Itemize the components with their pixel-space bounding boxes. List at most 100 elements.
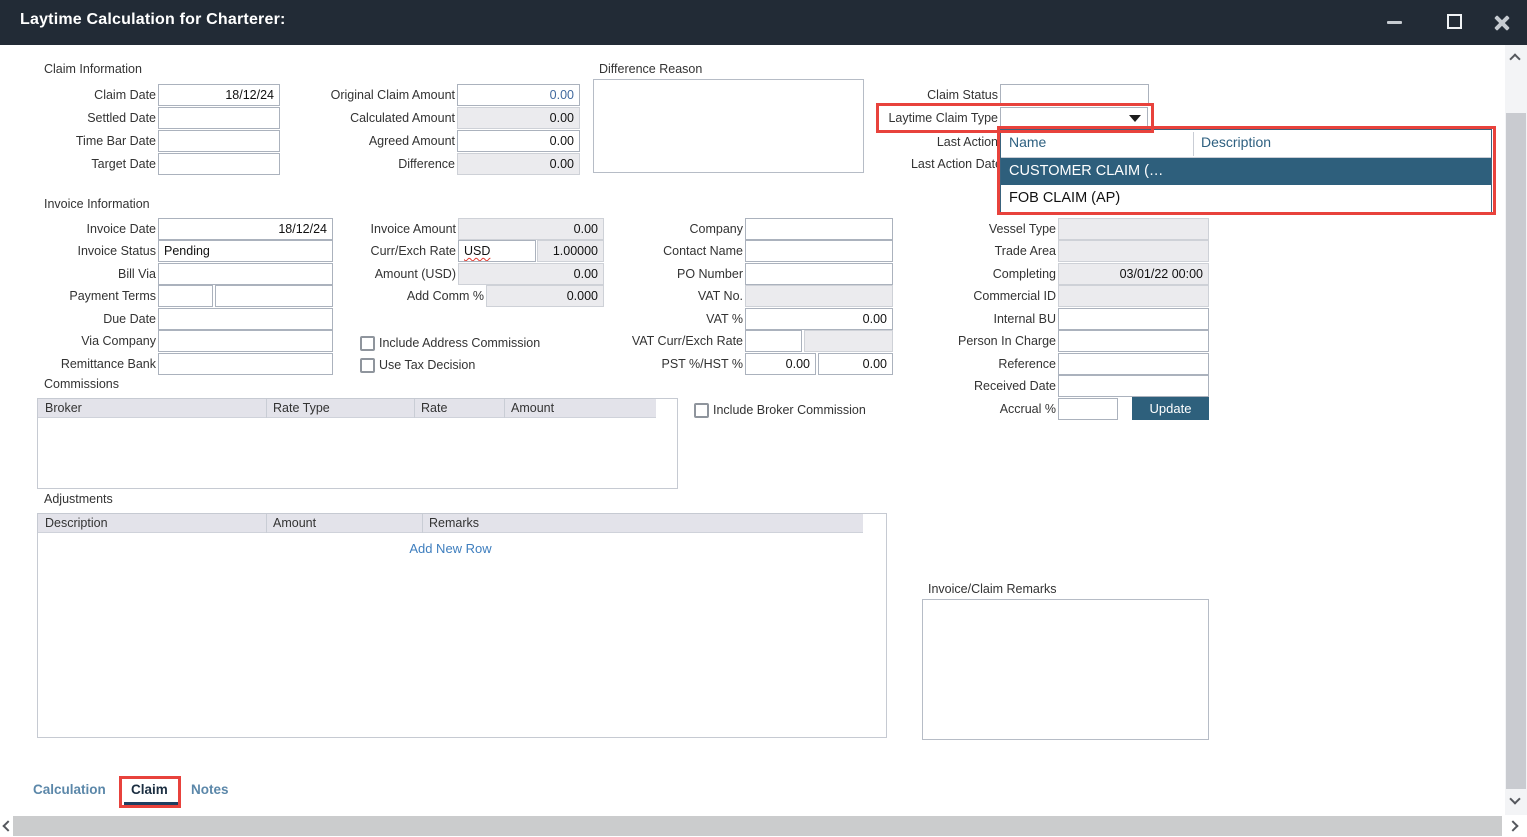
chevron-down-icon[interactable] <box>1129 115 1141 122</box>
amount-usd-label: Amount (USD) <box>320 263 456 285</box>
last-action-label: Last Action <box>845 131 998 153</box>
laytime-claim-type-combobox[interactable] <box>1000 107 1148 129</box>
pst-pct-field[interactable]: 0.00 <box>745 353 816 375</box>
completing-label: Completing <box>900 263 1056 285</box>
person-in-charge-label: Person In Charge <box>900 330 1056 352</box>
update-button[interactable]: Update <box>1132 397 1209 420</box>
claim-date-field[interactable]: 18/12/24 <box>158 84 280 106</box>
adjustments-col-amount[interactable]: Amount <box>266 514 422 533</box>
completing-field: 03/01/22 00:00 <box>1058 263 1209 285</box>
target-date-label: Target Date <box>16 153 156 175</box>
amount-usd-field: 0.00 <box>458 263 604 285</box>
laytime-claim-type-label: Laytime Claim Type <box>845 107 998 129</box>
include-broker-commission-label: Include Broker Commission <box>713 403 866 417</box>
invoice-information-heading: Invoice Information <box>44 197 150 211</box>
vessel-type-field <box>1058 218 1209 240</box>
adjustments-col-description[interactable]: Description <box>38 514 266 533</box>
maximize-icon[interactable] <box>1447 14 1462 29</box>
remittance-bank-label: Remittance Bank <box>16 353 156 375</box>
commercial-id-label: Commercial ID <box>900 285 1056 307</box>
vat-pct-field[interactable]: 0.00 <box>745 308 893 330</box>
horizontal-scrollbar-thumb[interactable] <box>13 816 1502 836</box>
po-number-field[interactable] <box>745 263 893 285</box>
add-comm-pct-field: 0.000 <box>486 285 604 307</box>
vertical-scrollbar-thumb[interactable] <box>1506 113 1526 789</box>
difference-reason-heading: Difference Reason <box>599 62 702 76</box>
laytime-calculation-window: Laytime Calculation for Charterer: Claim… <box>0 0 1527 837</box>
via-company-label: Via Company <box>16 330 156 352</box>
dropdown-description-column-header: Description <box>1201 134 1271 150</box>
include-address-commission-label: Include Address Commission <box>379 336 540 350</box>
minimize-icon[interactable] <box>1387 21 1402 24</box>
contact-name-label: Contact Name <box>598 240 743 262</box>
original-claim-amount-field[interactable]: 0.00 <box>457 84 580 106</box>
time-bar-date-label: Time Bar Date <box>16 130 156 152</box>
accrual-pct-field[interactable] <box>1058 398 1118 420</box>
contact-name-field[interactable] <box>745 240 893 262</box>
dropdown-name-column-header: Name <box>1009 134 1046 150</box>
calculated-amount-field: 0.00 <box>457 107 580 129</box>
claim-status-label: Claim Status <box>845 84 998 106</box>
payment-terms-code-field[interactable] <box>158 285 213 307</box>
vat-no-label: VAT No. <box>598 285 743 307</box>
tab-claim-active-underline <box>124 802 178 805</box>
received-date-label: Received Date <box>900 375 1056 397</box>
internal-bu-field[interactable] <box>1058 308 1209 330</box>
vat-curr-exch-rate-label: VAT Curr/Exch Rate <box>598 330 743 352</box>
trade-area-label: Trade Area <box>900 240 1056 262</box>
via-company-field[interactable] <box>158 330 333 352</box>
payment-terms-label: Payment Terms <box>16 285 156 307</box>
commissions-col-amount[interactable]: Amount <box>504 399 656 418</box>
remittance-bank-field[interactable] <box>158 353 333 375</box>
po-number-label: PO Number <box>598 263 743 285</box>
time-bar-date-field[interactable] <box>158 130 280 152</box>
claim-status-field[interactable] <box>1000 84 1149 106</box>
due-date-field[interactable] <box>158 308 333 330</box>
person-in-charge-field[interactable] <box>1058 330 1209 352</box>
laytime-claim-type-dropdown-list: Name Description CUSTOMER CLAIM (… FOB C… <box>1000 129 1492 213</box>
accrual-pct-label: Accrual % <box>900 398 1056 420</box>
tab-notes[interactable]: Notes <box>191 782 229 797</box>
hst-pct-field[interactable]: 0.00 <box>818 353 893 375</box>
vessel-type-label: Vessel Type <box>900 218 1056 240</box>
curr-exch-rate-label: Curr/Exch Rate <box>320 240 456 262</box>
invoice-amount-field: 0.00 <box>458 218 604 240</box>
commissions-col-rate[interactable]: Rate <box>414 399 504 418</box>
tab-calculation[interactable]: Calculation <box>33 782 106 797</box>
bill-via-field[interactable] <box>158 263 333 285</box>
difference-field: 0.00 <box>457 153 580 175</box>
invoice-claim-remarks-textarea[interactable] <box>922 599 1209 740</box>
vat-currency-field[interactable] <box>745 330 802 352</box>
difference-reason-textarea[interactable] <box>593 79 864 173</box>
bill-via-label: Bill Via <box>16 263 156 285</box>
claim-information-heading: Claim Information <box>44 62 142 76</box>
invoice-claim-remarks-heading: Invoice/Claim Remarks <box>928 582 1057 596</box>
adjustments-col-remarks[interactable]: Remarks <box>422 514 863 533</box>
invoice-date-field[interactable]: 18/12/24 <box>158 218 333 240</box>
company-label: Company <box>598 218 743 240</box>
settled-date-field[interactable] <box>158 107 280 129</box>
close-icon[interactable] <box>1492 13 1512 33</box>
target-date-field[interactable] <box>158 153 280 175</box>
company-field[interactable] <box>745 218 893 240</box>
add-new-row-link[interactable]: Add New Row <box>38 541 863 556</box>
commissions-col-broker[interactable]: Broker <box>38 399 266 418</box>
commissions-table: Broker Rate Type Rate Amount <box>37 398 678 489</box>
include-broker-commission-checkbox[interactable] <box>694 403 709 418</box>
received-date-field[interactable] <box>1058 375 1209 397</box>
dropdown-option-fob-claim[interactable]: FOB CLAIM (AP) <box>1001 185 1491 212</box>
invoice-status-field[interactable]: Pending <box>158 240 333 262</box>
commissions-col-rate-type[interactable]: Rate Type <box>266 399 414 418</box>
agreed-amount-field[interactable]: 0.00 <box>457 130 580 152</box>
payment-terms-description-field[interactable] <box>215 285 333 307</box>
original-claim-amount-label: Original Claim Amount <box>314 84 455 106</box>
reference-field[interactable] <box>1058 353 1209 375</box>
tab-claim[interactable]: Claim <box>131 782 168 797</box>
difference-label: Difference <box>314 153 455 175</box>
last-action-date-label: Last Action Date <box>845 153 1002 175</box>
include-address-commission-checkbox[interactable] <box>360 336 375 351</box>
currency-field[interactable]: USD <box>458 240 536 262</box>
use-tax-decision-checkbox[interactable] <box>360 358 375 373</box>
dropdown-option-customer-claim[interactable]: CUSTOMER CLAIM (… <box>1001 158 1491 185</box>
vat-pct-label: VAT % <box>598 308 743 330</box>
